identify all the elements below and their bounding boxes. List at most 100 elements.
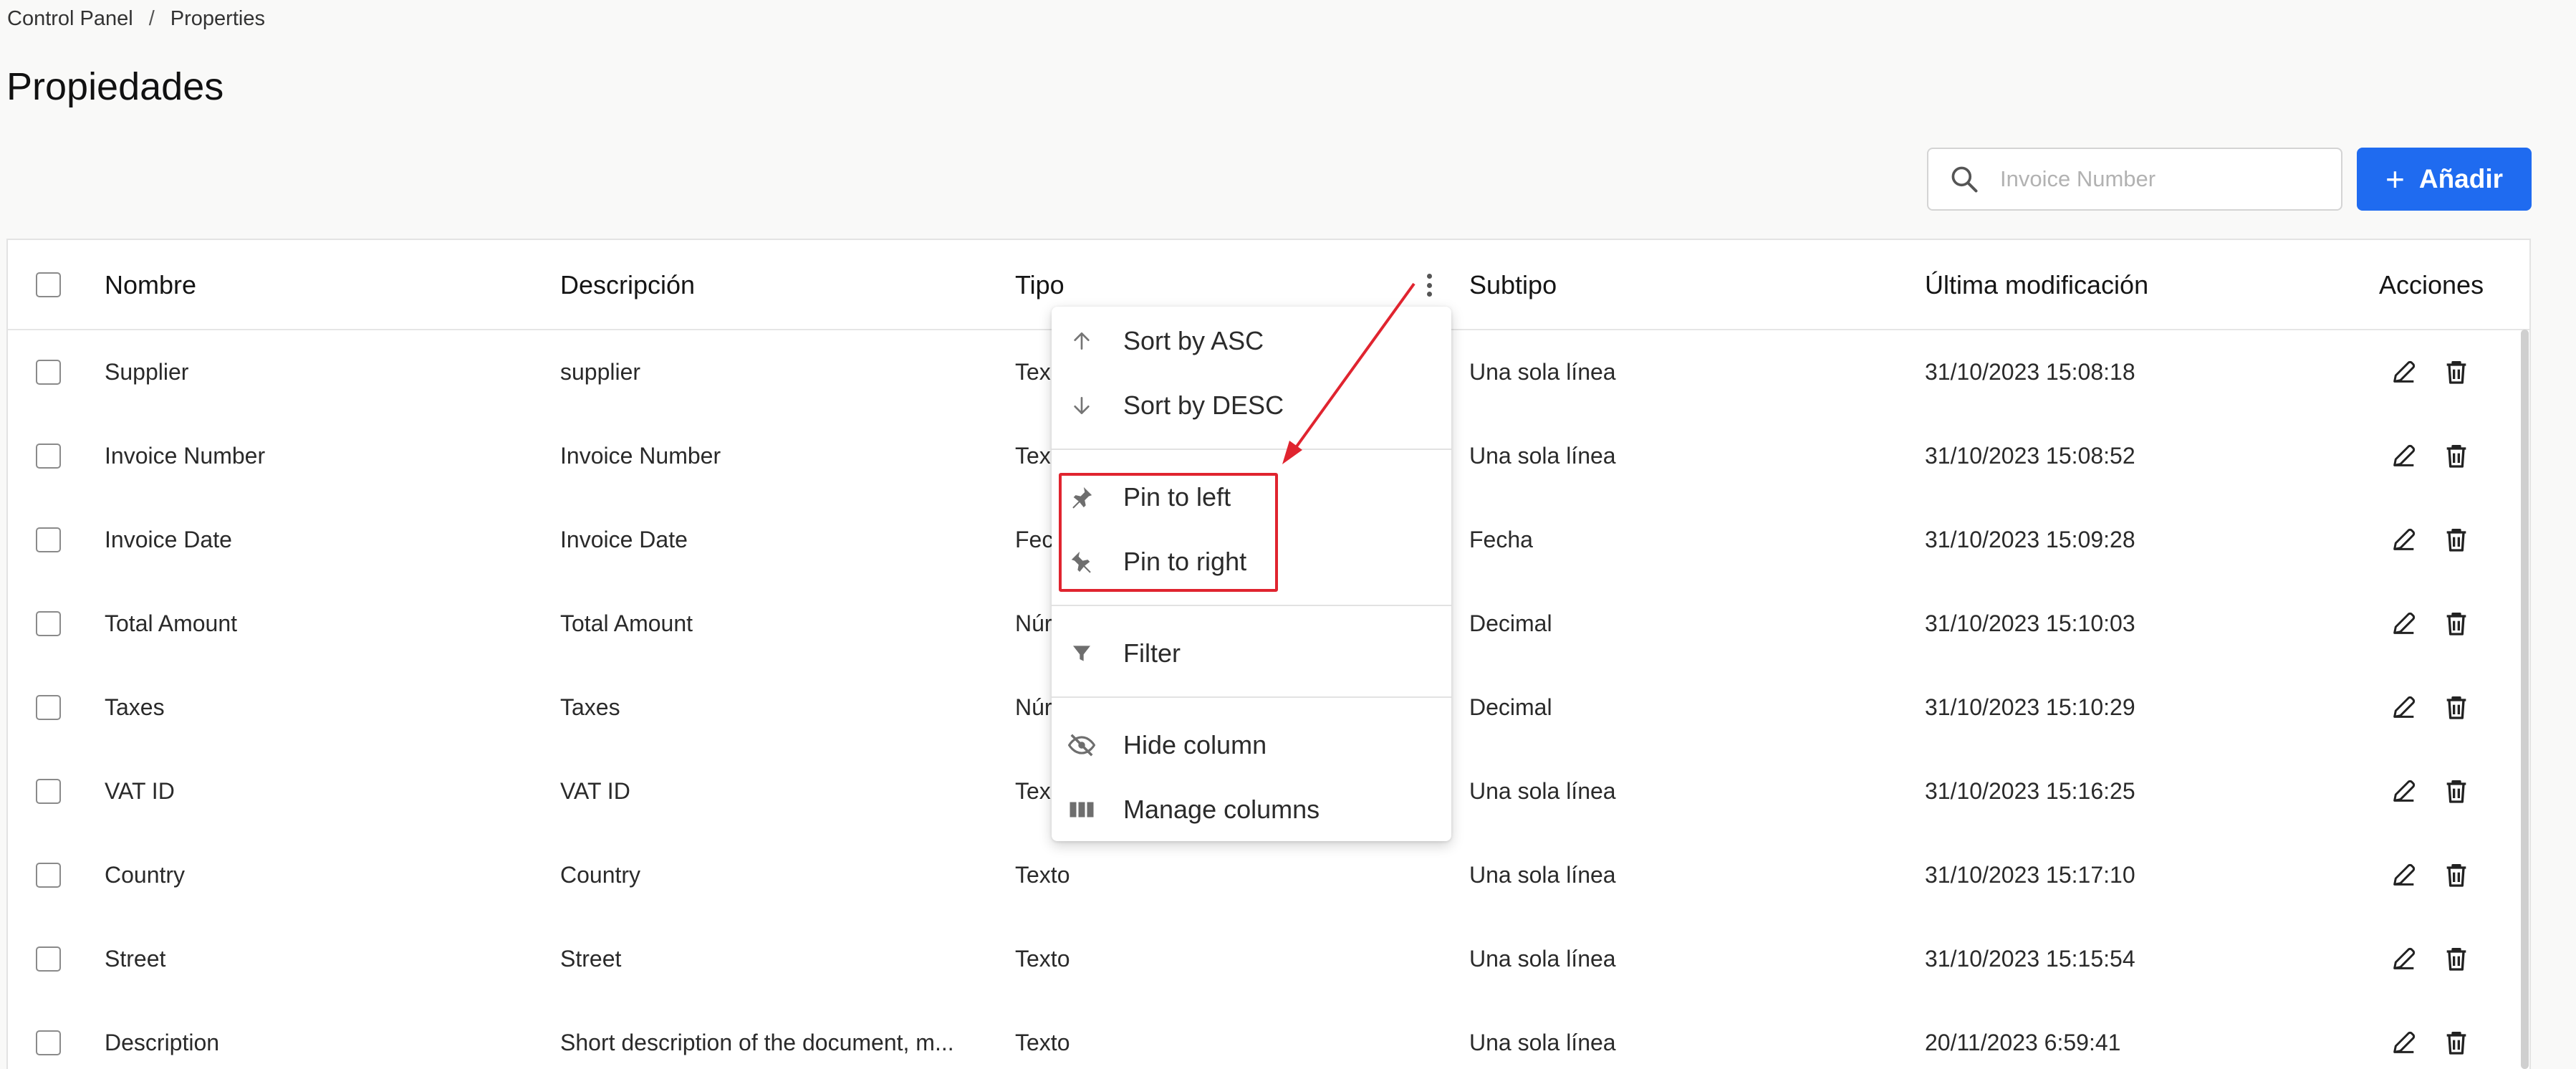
search-box[interactable]: [1927, 148, 2342, 211]
eye-off-icon: [1067, 731, 1096, 759]
menu-item-pin-left[interactable]: Pin to left: [1052, 465, 1451, 529]
table-row[interactable]: Street Street Texto Una sola línea 31/10/202…: [8, 917, 2529, 1001]
trash-icon[interactable]: [2442, 1028, 2471, 1057]
edit-icon[interactable]: [2390, 777, 2418, 805]
edit-icon[interactable]: [2390, 944, 2418, 973]
cell-nombre: VAT ID: [105, 778, 175, 804]
menu-item-label: Sort by ASC: [1123, 326, 1264, 355]
edit-icon[interactable]: [2390, 358, 2418, 386]
cell-subtipo: Una sola línea: [1469, 778, 1616, 804]
menu-item-pin-right[interactable]: Pin to right: [1052, 529, 1451, 594]
row-checkbox[interactable]: [36, 779, 61, 804]
cell-subtipo: Fecha: [1469, 527, 1533, 552]
columns-icon: [1067, 795, 1096, 824]
trash-icon[interactable]: [2442, 358, 2471, 386]
arrow-down-icon: [1067, 391, 1096, 420]
edit-icon[interactable]: [2390, 1028, 2418, 1057]
header-descripcion[interactable]: Descripción: [560, 240, 695, 330]
arrow-up-icon: [1067, 327, 1096, 355]
menu-item-label: Pin to right: [1123, 547, 1247, 576]
header-subtipo[interactable]: Subtipo: [1469, 240, 1557, 330]
cell-nombre: Invoice Number: [105, 443, 266, 469]
row-checkbox[interactable]: [36, 360, 61, 385]
page-title: Propiedades: [6, 65, 224, 108]
cell-tipo: Tex: [1015, 778, 1051, 804]
trash-icon[interactable]: [2442, 944, 2471, 973]
trash-icon[interactable]: [2442, 777, 2471, 805]
trash-icon[interactable]: [2442, 609, 2471, 638]
cell-tipo: Fec: [1015, 527, 1054, 552]
edit-icon[interactable]: [2390, 861, 2418, 889]
menu-item-sort-desc[interactable]: Sort by DESC: [1052, 373, 1451, 438]
search-icon: [1951, 166, 1978, 193]
cell-tipo: Tex: [1015, 443, 1051, 469]
row-checkbox[interactable]: [36, 863, 61, 888]
menu-item-manage-columns[interactable]: Manage columns: [1052, 777, 1451, 842]
header-ultima-modificacion[interactable]: Última modificación: [1925, 240, 2148, 330]
menu-item-label: Filter: [1123, 638, 1181, 668]
cell-nombre: Total Amount: [105, 610, 237, 636]
cell-ultima-modificacion: 31/10/2023 15:10:03: [1925, 610, 2135, 636]
menu-item-sort-asc[interactable]: Sort by ASC: [1052, 309, 1451, 373]
cell-descripcion: Street: [560, 946, 622, 972]
row-checkbox[interactable]: [36, 444, 61, 469]
cell-nombre: Country: [105, 862, 186, 888]
add-button-label: Añadir: [2418, 164, 2504, 193]
menu-item-label: Pin to left: [1123, 482, 1231, 512]
row-checkbox[interactable]: [36, 695, 61, 720]
filter-icon: [1067, 639, 1096, 668]
cell-subtipo: Una sola línea: [1469, 443, 1616, 469]
properties-page: Control Panel / Properties Propiedades +…: [0, 0, 2576, 1069]
header-nombre[interactable]: Nombre: [105, 240, 196, 330]
cell-ultima-modificacion: 31/10/2023 15:17:10: [1925, 862, 2135, 888]
breadcrumb: Control Panel / Properties: [7, 4, 265, 33]
cell-ultima-modificacion: 20/11/2023 6:59:41: [1925, 1030, 2121, 1055]
column-menu: Sort by ASC Sort by DESC Pin to left Pin…: [1052, 307, 1451, 841]
trash-icon[interactable]: [2442, 441, 2471, 470]
cell-descripcion: Country: [560, 862, 641, 888]
cell-ultima-modificacion: 31/10/2023 15:10:29: [1925, 694, 2135, 720]
cell-descripcion: Invoice Date: [560, 527, 688, 552]
cell-descripcion: Invoice Number: [560, 443, 721, 469]
edit-icon[interactable]: [2390, 525, 2418, 554]
menu-item-label: Sort by DESC: [1123, 390, 1284, 420]
select-all-checkbox[interactable]: [36, 272, 61, 297]
cell-tipo: Texto: [1015, 862, 1070, 888]
cell-descripcion: supplier: [560, 359, 641, 385]
row-checkbox[interactable]: [36, 527, 61, 552]
pin-left-icon: [1067, 483, 1096, 512]
menu-item-label: Manage columns: [1123, 795, 1320, 824]
cell-ultima-modificacion: 31/10/2023 15:08:18: [1925, 359, 2135, 385]
edit-icon[interactable]: [2390, 609, 2418, 638]
menu-item-hide-column[interactable]: Hide column: [1052, 713, 1451, 777]
row-checkbox[interactable]: [36, 1030, 61, 1055]
menu-item-filter[interactable]: Filter: [1052, 621, 1451, 686]
menu-item-label: Hide column: [1123, 730, 1267, 759]
table-scrollbar[interactable]: [2521, 330, 2529, 1069]
edit-icon[interactable]: [2390, 693, 2418, 722]
cell-subtipo: Decimal: [1469, 694, 1552, 720]
row-checkbox[interactable]: [36, 946, 61, 972]
cell-nombre: Taxes: [105, 694, 165, 720]
search-input[interactable]: [2000, 166, 2330, 192]
table-row[interactable]: Country Country Texto Una sola línea 31/10/2…: [8, 833, 2529, 917]
trash-icon[interactable]: [2442, 861, 2471, 889]
cell-tipo: Núr: [1015, 610, 1052, 636]
cell-descripcion: Taxes: [560, 694, 620, 720]
edit-icon[interactable]: [2390, 441, 2418, 470]
breadcrumb-control-panel[interactable]: Control Panel: [7, 7, 133, 31]
breadcrumb-separator: /: [148, 6, 155, 30]
kebab-dot: [1426, 292, 1432, 297]
add-button[interactable]: + Añadir: [2357, 148, 2532, 211]
cell-subtipo: Una sola línea: [1469, 862, 1616, 888]
trash-icon[interactable]: [2442, 525, 2471, 554]
table-row[interactable]: Description Short description of the docu…: [8, 1001, 2529, 1069]
cell-ultima-modificacion: 31/10/2023 15:09:28: [1925, 527, 2135, 552]
cell-tipo: Núr: [1015, 694, 1052, 720]
kebab-dot: [1426, 274, 1432, 279]
trash-icon[interactable]: [2442, 693, 2471, 722]
column-menu-button[interactable]: [1422, 270, 1436, 300]
menu-divider: [1052, 696, 1451, 698]
kebab-dot: [1426, 282, 1432, 288]
row-checkbox[interactable]: [36, 611, 61, 636]
